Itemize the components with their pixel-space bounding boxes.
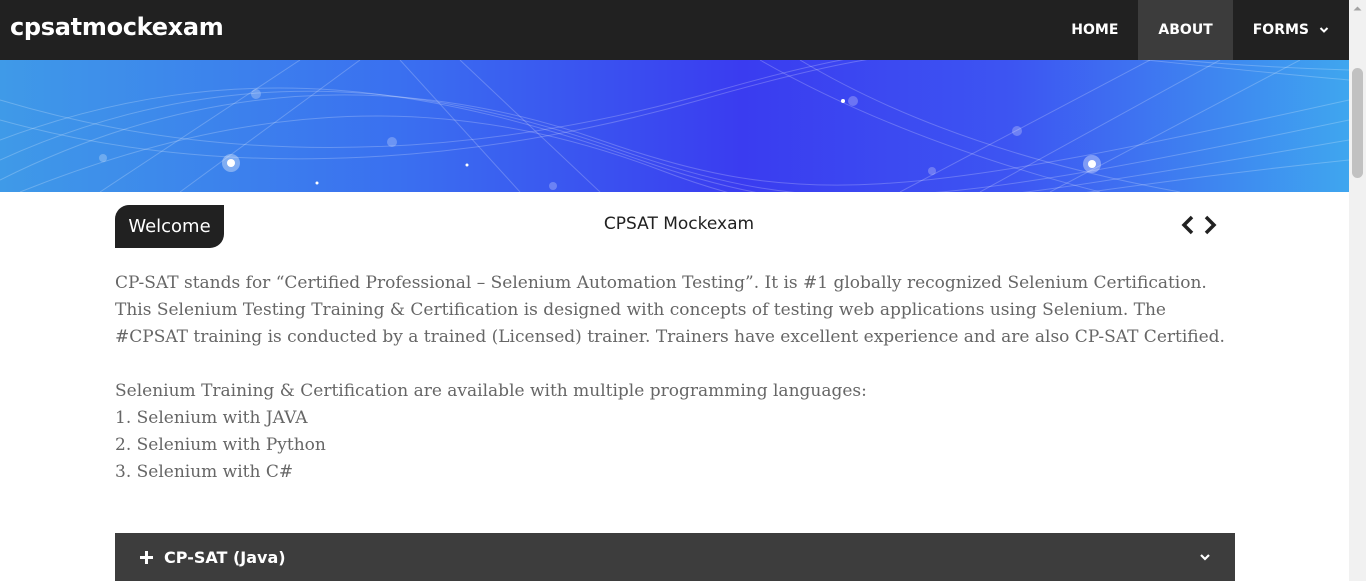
chevron-down-icon xyxy=(1200,554,1210,561)
brand-logo[interactable]: cpsatmockexam xyxy=(10,13,224,41)
chevron-left-icon[interactable] xyxy=(1179,214,1197,236)
top-navbar: cpsatmockexam HOME ABOUT FORMS xyxy=(0,0,1349,60)
accordion-title: CP-SAT (Java) xyxy=(164,547,286,567)
nav-home[interactable]: HOME xyxy=(1051,0,1138,60)
language-item-java: 1. Selenium with JAVA xyxy=(115,408,308,428)
cpsat-description: CP-SAT stands for “Certified Professiona… xyxy=(115,273,1225,347)
language-item-csharp: 3. Selenium with C# xyxy=(115,462,294,482)
network-background-graphic xyxy=(0,60,1349,192)
nav-forms-label: FORMS xyxy=(1252,22,1309,38)
nav-about-label: ABOUT xyxy=(1158,22,1213,38)
nav-about[interactable]: ABOUT xyxy=(1138,0,1233,60)
nav-menu: HOME ABOUT FORMS xyxy=(1051,0,1349,60)
scrollbar-thumb[interactable] xyxy=(1352,68,1363,178)
accordion-cpsat-java[interactable]: CP-SAT (Java) xyxy=(115,533,1235,581)
carousel-title: CPSAT Mockexam xyxy=(603,214,755,234)
chevron-right-icon[interactable] xyxy=(1201,214,1219,236)
language-item-python: 2. Selenium with Python xyxy=(115,435,326,455)
nav-forms-dropdown[interactable]: FORMS xyxy=(1233,0,1349,60)
chevron-down-icon xyxy=(1319,27,1329,33)
carousel-controls xyxy=(1179,214,1219,236)
scroll-up-arrow-icon[interactable] xyxy=(1349,0,1366,17)
plus-icon xyxy=(140,550,153,564)
hero-banner xyxy=(0,60,1349,192)
page-scrollbar[interactable] xyxy=(1349,0,1366,581)
about-content: CP-SAT stands for “Certified Professiona… xyxy=(115,270,1235,486)
languages-intro: Selenium Training & Certification are av… xyxy=(115,381,867,401)
nav-home-label: HOME xyxy=(1071,22,1119,38)
